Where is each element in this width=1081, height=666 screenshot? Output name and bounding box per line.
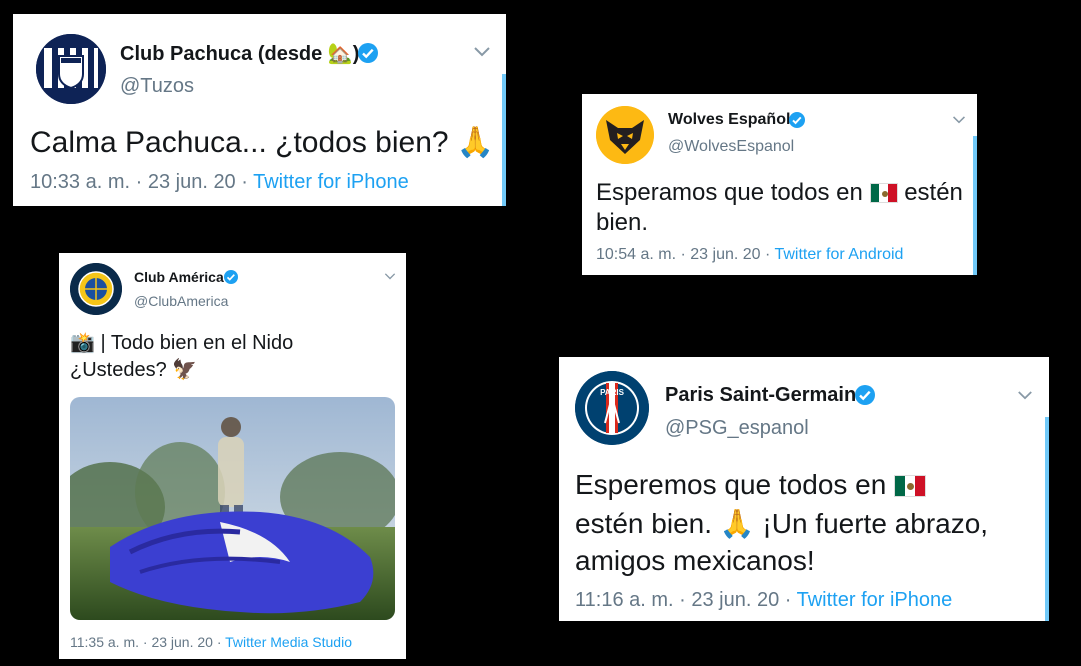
- tweet-source-link[interactable]: Twitter for iPhone: [253, 171, 409, 193]
- tweet-metadata: 11:16 a. m. · 23 jun. 20 · Twitter for i…: [575, 589, 952, 612]
- account-name[interactable]: Club América: [134, 269, 224, 285]
- tweet-timestamp: 11:16 a. m. · 23 jun. 20 ·: [575, 589, 797, 611]
- tweet-source-link[interactable]: Twitter for iPhone: [797, 589, 953, 611]
- mexico-flag-icon: [894, 475, 927, 497]
- tweet-timestamp: 10:54 a. m. · 23 jun. 20 ·: [596, 246, 775, 263]
- tweet-text-line-2: estén bien. 🙏 ¡Un fuerte abrazo,: [575, 508, 989, 539]
- tweet-source-link[interactable]: Twitter for Android: [774, 246, 903, 263]
- verified-badge-icon: [855, 385, 875, 405]
- tweet-timestamp: 11:35 a. m. · 23 jun. 20 ·: [70, 634, 226, 650]
- pachuca-avatar[interactable]: [36, 34, 106, 104]
- account-name[interactable]: Club Pachuca (desde 🏡): [120, 41, 359, 66]
- account-handle[interactable]: @WolvesEspanol: [668, 138, 794, 156]
- card-edge: [973, 136, 977, 275]
- tweet-metadata: 10:33 a. m. · 23 jun. 20 · Twitter for i…: [30, 171, 409, 194]
- svg-text:PARIS: PARIS: [600, 388, 625, 397]
- tweet-text-line-3: amigos mexicanos!: [575, 545, 815, 576]
- tweet-photo[interactable]: [70, 397, 395, 620]
- chevron-down-icon[interactable]: [952, 115, 966, 125]
- tweet-metadata: 11:35 a. m. · 23 jun. 20 · Twitter Media…: [70, 634, 352, 650]
- america-avatar[interactable]: [70, 263, 122, 315]
- tweet-card-psg[interactable]: PARIS Paris Saint-Germain @PSG_espanol E…: [559, 357, 1049, 621]
- tweet-timestamp: 10:33 a. m. · 23 jun. 20 ·: [30, 171, 254, 193]
- tweet-source-link[interactable]: Twitter Media Studio: [225, 634, 352, 650]
- chevron-down-icon[interactable]: [1017, 390, 1033, 401]
- account-handle[interactable]: @PSG_espanol: [665, 417, 809, 440]
- chevron-down-icon[interactable]: [473, 46, 491, 58]
- chevron-down-icon[interactable]: [384, 272, 396, 281]
- tweet-card-america[interactable]: Club América @ClubAmerica 📸 | Todo bien …: [59, 253, 406, 659]
- card-edge: [502, 74, 506, 206]
- wolves-avatar[interactable]: [596, 106, 654, 164]
- tweet-metadata: 10:54 a. m. · 23 jun. 20 · Twitter for A…: [596, 246, 903, 264]
- account-handle[interactable]: @ClubAmerica: [134, 293, 228, 309]
- tweet-text-line-1: 📸 | Todo bien en el Nido: [70, 332, 294, 354]
- account-name[interactable]: Paris Saint-Germain: [665, 384, 856, 407]
- verified-badge-icon: [358, 43, 378, 63]
- account-handle[interactable]: @Tuzos: [120, 75, 194, 98]
- tweet-card-wolves[interactable]: Wolves Español @WolvesEspanol Esperamos …: [582, 94, 977, 275]
- tweet-text: Calma Pachuca... ¿todos bien? 🙏: [30, 126, 495, 159]
- verified-badge-icon: [789, 112, 805, 128]
- tweet-text: Esperamos que todos en estén bien.: [596, 178, 968, 238]
- account-name[interactable]: Wolves Español: [668, 111, 790, 129]
- tweet-text-line-2: ¿Ustedes? 🦅: [70, 359, 198, 381]
- tweet-card-pachuca[interactable]: Club Pachuca (desde 🏡) @Tuzos Calma Pach…: [13, 14, 506, 206]
- tweet-text-part-1: Esperamos que todos en: [596, 179, 863, 206]
- tweet-text-line-1: Esperemos que todos en: [575, 469, 927, 501]
- verified-badge-icon: [224, 270, 238, 284]
- card-edge: [1045, 417, 1049, 621]
- mexico-flag-icon: [869, 183, 898, 203]
- tweet-text-part-1: Esperemos que todos en: [575, 469, 887, 500]
- psg-avatar[interactable]: PARIS: [575, 371, 649, 445]
